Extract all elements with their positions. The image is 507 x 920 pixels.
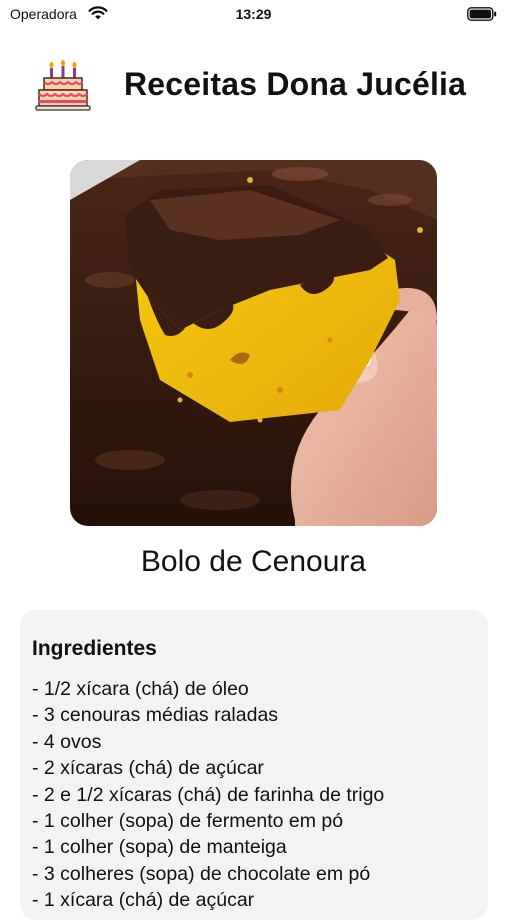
ingredient-item: - 3 cenouras médias raladas	[32, 704, 279, 727]
ingredients-card: Ingredientes - 1/2 xícara (chá) de óleo …	[20, 610, 488, 920]
ingredient-item: - 4 ovos	[32, 730, 102, 753]
status-bar: Operadora 13:29	[0, 0, 507, 30]
ingredient-item: - 2 e 1/2 xícaras (chá) de farinha de tr…	[32, 783, 385, 806]
birthday-cake-icon	[35, 60, 91, 111]
cake-photo	[70, 160, 437, 526]
recipe-name: Bolo de Cenoura	[140, 545, 367, 578]
ingredient-item: - 2 xícaras (chá) de açúcar	[32, 757, 264, 780]
ingredients-title: Ingredientes	[32, 637, 157, 660]
recipe-photo[interactable]	[70, 160, 437, 526]
ingredient-item: - 3 colheres (sopa) de chocolate em pó	[32, 862, 371, 885]
ingredient-item: - 1 colher (sopa) de fermento em pó	[32, 810, 344, 833]
ingredient-item: - 1 xícara (chá) de açúcar	[32, 889, 255, 912]
app-header: Receitas Dona Jucélia	[0, 52, 507, 122]
app-title: Receitas Dona Jucélia	[124, 66, 467, 102]
ingredient-item: - 1/2 xícara (chá) de óleo	[32, 678, 249, 700]
battery-icon	[467, 7, 497, 21]
status-time: 13:29	[235, 6, 272, 22]
ingredients-list: - 1/2 xícara (chá) de óleo - 3 cenouras …	[32, 676, 384, 914]
ingredient-item: - 1 colher (sopa) de manteiga	[32, 836, 287, 859]
